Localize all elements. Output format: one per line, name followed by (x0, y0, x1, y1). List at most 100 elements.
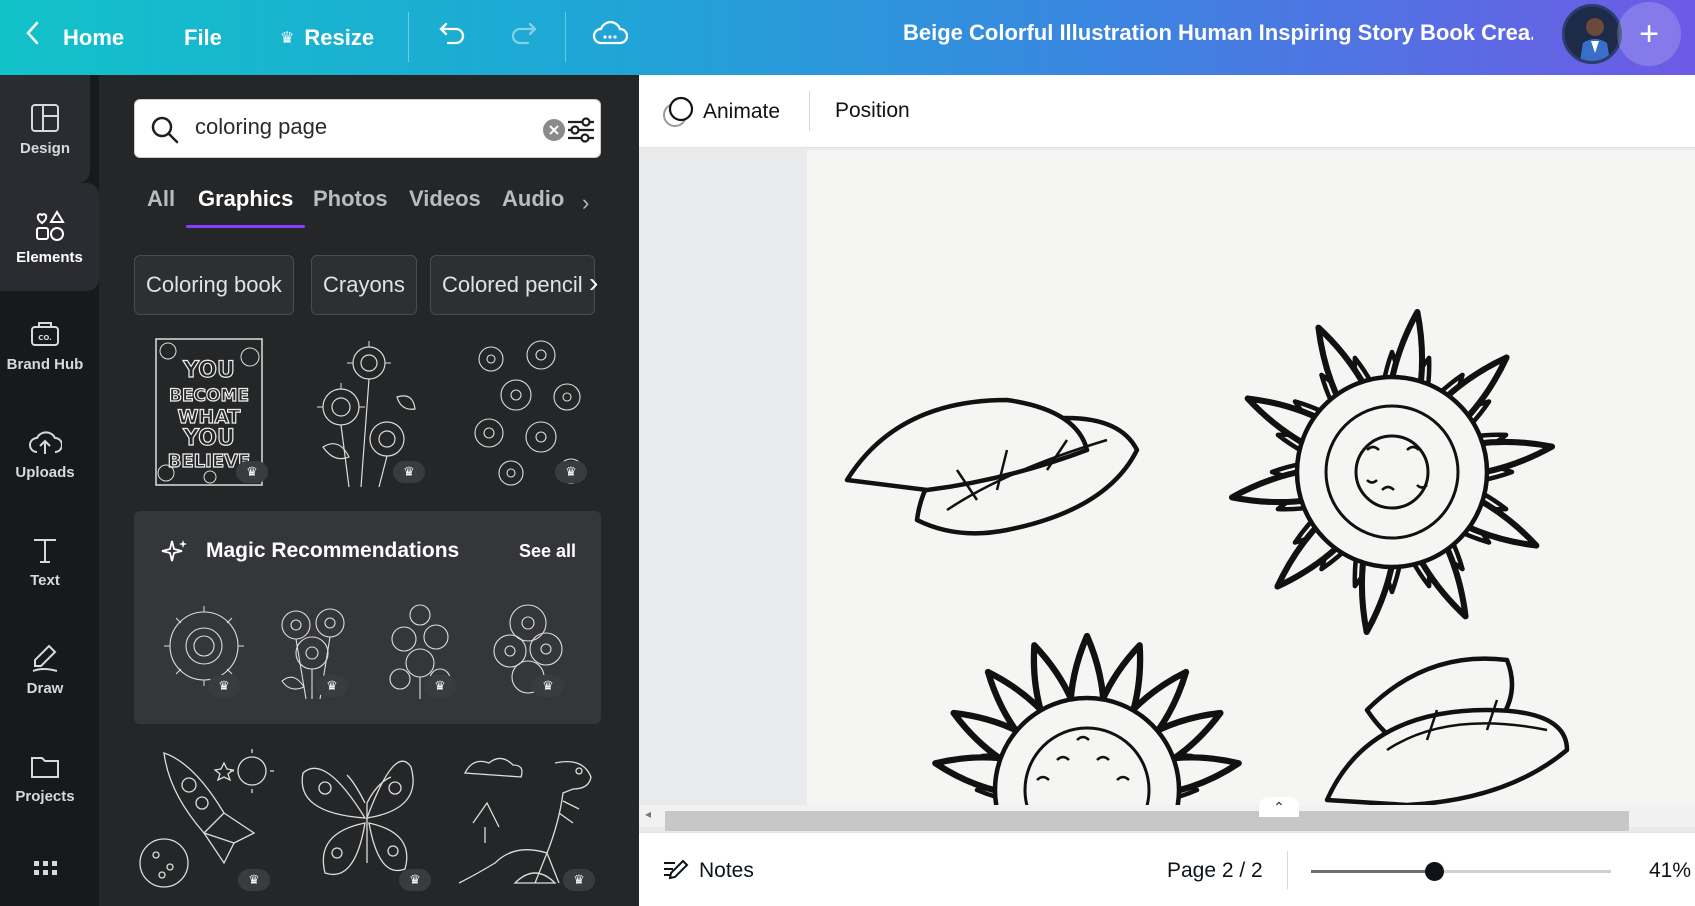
sparkle-icon (160, 537, 190, 572)
rail-label: Brand Hub (6, 355, 84, 373)
left-rail: Design Elements CO. Brand Hub Uploads Te… (0, 75, 99, 906)
animate-icon (663, 96, 694, 127)
zoom-slider[interactable] (1311, 862, 1611, 881)
graphic-thumbnail[interactable]: ♛ (309, 337, 425, 488)
expand-pages-chevron-icon[interactable]: ⌃ (1259, 797, 1299, 817)
resize-label: Resize (304, 24, 375, 50)
apps-grid-icon[interactable] (34, 861, 58, 882)
filter-sliders-icon[interactable] (565, 114, 597, 151)
svg-text:YOU: YOU (182, 358, 235, 383)
pen-icon (32, 644, 58, 672)
bottom-status-bar: Notes Page 2 / 2 41% (639, 832, 1695, 906)
shapes-icon (35, 209, 65, 241)
back-chevron-icon[interactable] (22, 18, 44, 53)
folder-icon (31, 756, 59, 778)
crown-icon: ♛ (208, 675, 240, 697)
crown-icon: ♛ (399, 869, 431, 891)
crown-icon: ♛ (555, 461, 587, 483)
toolbar-divider (809, 91, 810, 131)
avatar[interactable] (1562, 4, 1622, 64)
search-icon (149, 114, 181, 151)
design-page[interactable] (807, 150, 1695, 805)
graphic-thumbnail[interactable]: ♛ (295, 743, 440, 893)
clear-search-icon[interactable] (542, 118, 566, 147)
crown-icon: ♛ (280, 29, 295, 47)
undo-icon[interactable] (436, 16, 470, 55)
crown-icon: ♛ (316, 675, 348, 697)
recommendation-thumbnail[interactable]: ♛ (272, 601, 356, 701)
content-tabs: All Graphics Photos Videos Audio › (99, 178, 639, 228)
notes-label: Notes (699, 859, 754, 882)
chips-scroll-right-icon[interactable]: › (589, 267, 598, 299)
file-menu-button[interactable]: File (184, 0, 222, 75)
position-button[interactable]: Position (835, 99, 910, 123)
see-all-link[interactable]: See all (519, 541, 576, 562)
suggestion-chips: Coloring book Crayons Colored pencil (134, 255, 604, 315)
zoom-slider-fill (1311, 870, 1434, 873)
rail-item-design[interactable]: Design (0, 75, 90, 183)
crown-icon: ♛ (393, 461, 425, 483)
graphic-thumbnail[interactable]: YOU BECOME WHAT YOU BELIEVE ♛ (154, 337, 268, 487)
search-box[interactable] (134, 99, 601, 158)
add-button[interactable]: + (1617, 2, 1681, 66)
tab-photos[interactable]: Photos (313, 178, 388, 228)
magic-recommendations-card: Magic Recommendations See all ♛ ♛ ♛ ♛ (134, 511, 601, 724)
rail-item-brand-hub[interactable]: CO. Brand Hub (0, 291, 90, 399)
notes-button[interactable]: Notes (661, 857, 754, 885)
recommendation-thumbnail[interactable]: ♛ (488, 601, 572, 701)
rail-item-draw[interactable]: Draw (0, 615, 90, 723)
crown-icon: ♛ (563, 869, 595, 891)
tab-audio[interactable]: Audio (502, 178, 564, 228)
context-toolbar: Animate Position (639, 75, 1695, 148)
animate-button[interactable]: Animate (661, 95, 780, 129)
toolbar-divider (1287, 851, 1288, 889)
text-icon (34, 538, 56, 563)
tab-all[interactable]: All (147, 178, 175, 228)
zoom-level[interactable]: 41% (1649, 859, 1691, 883)
scroll-left-icon[interactable]: ◂ (645, 807, 651, 821)
tabs-scroll-right-icon[interactable]: › (582, 190, 589, 216)
search-input[interactable] (195, 114, 495, 140)
recommendation-thumbnail[interactable]: ♛ (164, 601, 248, 701)
sunflower-illustration[interactable] (807, 150, 1695, 805)
rail-label: Draw (26, 679, 64, 697)
chip-crayons[interactable]: Crayons (311, 255, 417, 315)
rail-label: Design (19, 139, 70, 157)
rail-item-projects[interactable]: Projects (0, 723, 90, 831)
rail-item-elements[interactable]: Elements (0, 183, 99, 291)
crown-icon: ♛ (424, 675, 456, 697)
zoom-slider-knob[interactable] (1425, 862, 1444, 881)
redo-icon[interactable] (506, 16, 540, 55)
rail-label: Projects (15, 787, 75, 805)
scrollbar-thumb[interactable] (665, 811, 1629, 831)
home-button[interactable]: Home (63, 0, 124, 75)
layout-icon (31, 103, 59, 132)
crown-icon: ♛ (238, 869, 270, 891)
chip-coloring-book[interactable]: Coloring book (134, 255, 294, 315)
rail-item-text[interactable]: Text (0, 507, 90, 615)
rail-item-uploads[interactable]: Uploads (0, 399, 90, 507)
notes-icon (664, 859, 689, 880)
graphic-thumbnail[interactable]: ♛ (471, 337, 587, 487)
svg-text:CO.: CO. (38, 334, 52, 342)
resize-button[interactable]: ♛ Resize (280, 0, 374, 75)
top-bar: Home File ♛ Resize Beige Colorful Illust… (0, 0, 1695, 75)
graphic-thumbnail[interactable]: ♛ (134, 743, 279, 893)
chip-colored-pencil[interactable]: Colored pencil (430, 255, 595, 315)
rail-label: Text (30, 571, 60, 589)
tab-graphics[interactable]: Graphics (185, 178, 306, 228)
horizontal-scrollbar[interactable]: ◂ ⌃ (639, 797, 1695, 831)
document-title[interactable]: Beige Colorful Illustration Human Inspir… (903, 0, 1533, 75)
graphic-thumbnail[interactable]: ♛ (455, 743, 601, 893)
elements-panel: All Graphics Photos Videos Audio › Color… (99, 75, 639, 906)
rail-label: Uploads (15, 463, 75, 481)
tab-videos[interactable]: Videos (409, 178, 481, 228)
crown-icon: ♛ (236, 461, 268, 483)
recommendation-thumbnail[interactable]: ♛ (380, 601, 464, 701)
page-indicator[interactable]: Page 2 / 2 (1167, 859, 1263, 883)
crown-icon: ♛ (532, 675, 564, 697)
svg-text:WHAT: WHAT (177, 406, 240, 428)
cloud-save-icon[interactable] (592, 16, 629, 55)
svg-text:BECOME: BECOME (169, 386, 249, 406)
cloud-upload-icon (29, 430, 62, 454)
